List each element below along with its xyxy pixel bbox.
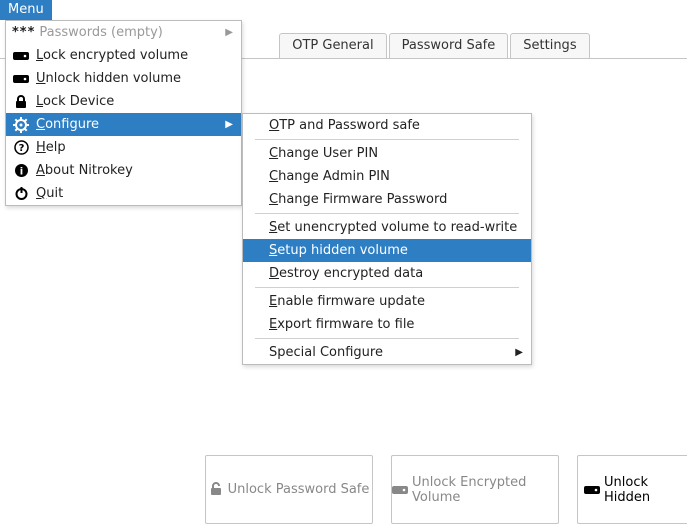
tab-settings[interactable]: Settings (510, 33, 589, 59)
unlock-icon (209, 482, 224, 497)
button-label: Unlock Password Safe (228, 482, 370, 497)
submenu-destroy-encrypted[interactable]: Destroy encrypted data (243, 262, 531, 285)
submenu-change-admin-pin[interactable]: Change Admin PIN (243, 165, 531, 188)
configure-submenu: OTP and Password safe Change User PIN Ch… (242, 113, 532, 365)
menu-label: Export firmware to file (269, 317, 523, 332)
menu-help[interactable]: ? Help (6, 136, 241, 159)
chevron-right-icon: ▶ (225, 27, 233, 38)
unlock-hidden-volume-button[interactable]: Unlock Hidden (577, 455, 687, 524)
menu-button[interactable]: Menu (0, 0, 52, 20)
menu-label: OTP and Password safe (269, 118, 523, 133)
submenu-otp-password-safe[interactable]: OTP and Password safe (243, 114, 531, 137)
menu-about[interactable]: i About Nitrokey (6, 159, 241, 182)
menu-label: Unlock hidden volume (36, 71, 233, 86)
gear-icon (12, 117, 30, 133)
menu-separator (255, 213, 519, 214)
tab-otp-general[interactable]: OTP General (279, 33, 386, 59)
main-menu-dropdown: *** Passwords (empty) ▶ Lock encrypted v… (5, 20, 242, 206)
menu-label: Configure (36, 117, 225, 132)
menu-lock-device[interactable]: Lock Device (6, 90, 241, 113)
menu-label: Set unencrypted volume to read-write (269, 220, 523, 235)
menu-label: Change User PIN (269, 146, 523, 161)
menu-lock-encrypted[interactable]: Lock encrypted volume (6, 44, 241, 67)
drive-icon (584, 484, 600, 496)
menu-label: Help (36, 140, 233, 155)
button-label: Unlock Encrypted Volume (412, 475, 558, 505)
menu-passwords[interactable]: *** Passwords (empty) ▶ (6, 21, 241, 44)
svg-text:i: i (19, 167, 22, 178)
menu-separator (255, 139, 519, 140)
submenu-set-unencrypted-rw[interactable]: Set unencrypted volume to read-write (243, 216, 531, 239)
submenu-enable-firmware-update[interactable]: Enable firmware update (243, 290, 531, 313)
drive-icon (12, 71, 30, 87)
power-icon (12, 186, 30, 202)
submenu-special-configure[interactable]: Special Configure ▶ (243, 341, 531, 364)
menu-label: Setup hidden volume (269, 243, 523, 258)
tab-password-safe[interactable]: Password Safe (389, 33, 509, 59)
submenu-change-user-pin[interactable]: Change User PIN (243, 142, 531, 165)
chevron-right-icon: ▶ (225, 119, 233, 130)
info-icon: i (12, 163, 30, 179)
menu-label: Lock Device (36, 94, 233, 109)
menu-label: Lock encrypted volume (36, 48, 233, 63)
menu-separator (255, 287, 519, 288)
unlock-password-safe-button[interactable]: Unlock Password Safe (205, 455, 373, 524)
passwords-stars-icon: *** (12, 25, 35, 40)
menu-quit[interactable]: Quit (6, 182, 241, 205)
menu-separator (255, 338, 519, 339)
svg-text:?: ? (18, 143, 24, 154)
drive-icon (392, 484, 408, 496)
menu-unlock-hidden[interactable]: Unlock hidden volume (6, 67, 241, 90)
menubar: Menu (0, 0, 52, 20)
chevron-right-icon: ▶ (515, 347, 523, 358)
action-button-row: Unlock Password Safe Unlock Encrypted Vo… (205, 455, 687, 524)
menu-label: Change Admin PIN (269, 169, 523, 184)
lock-icon (12, 94, 30, 110)
menu-label: Passwords (empty) (39, 25, 225, 40)
submenu-setup-hidden-volume[interactable]: Setup hidden volume (243, 239, 531, 262)
drive-icon (12, 48, 30, 64)
submenu-export-firmware[interactable]: Export firmware to file (243, 313, 531, 336)
menu-label: Enable firmware update (269, 294, 523, 309)
submenu-change-firmware-password[interactable]: Change Firmware Password (243, 188, 531, 211)
menu-label: Quit (36, 186, 233, 201)
help-icon: ? (12, 140, 30, 156)
button-label: Unlock Hidden (604, 475, 687, 505)
menu-label: About Nitrokey (36, 163, 233, 178)
unlock-encrypted-volume-button[interactable]: Unlock Encrypted Volume (391, 455, 559, 524)
menu-configure[interactable]: Configure ▶ (6, 113, 241, 136)
menu-label: Destroy encrypted data (269, 266, 523, 281)
menu-label: Change Firmware Password (269, 192, 523, 207)
menu-label: Special Configure (269, 345, 515, 360)
